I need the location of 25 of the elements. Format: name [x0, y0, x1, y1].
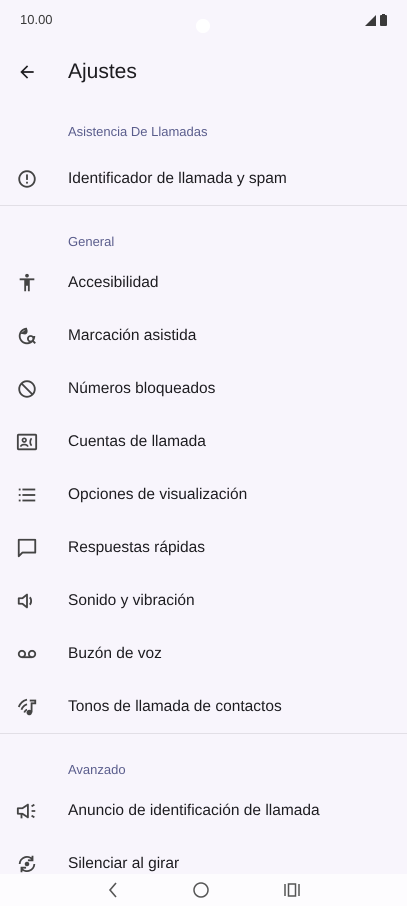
block-icon — [16, 378, 38, 400]
settings-item[interactable]: Accesibilidad — [68, 274, 158, 292]
settings-item[interactable]: Marcación asistida — [68, 326, 196, 344]
battery-icon — [380, 14, 387, 26]
home-nav-icon[interactable] — [192, 882, 208, 898]
section-header: Asistencia De Llamadas — [68, 124, 208, 139]
section-header: General — [68, 234, 114, 249]
alert-icon — [16, 168, 38, 190]
settings-item[interactable]: Cuentas de llamada — [68, 432, 206, 450]
chat-bubble-icon — [16, 536, 38, 558]
settings-item[interactable]: Buzón de voz — [68, 644, 162, 662]
settings-item[interactable]: Identificador de llamada y spam — [68, 170, 287, 188]
settings-item[interactable]: Sonido y vibración — [68, 592, 195, 610]
screen-title: Ajustes — [68, 59, 137, 86]
signal-icon — [365, 14, 376, 26]
status-time: 10.00 — [20, 11, 53, 30]
settings-item[interactable]: Respuestas rápidas — [68, 538, 205, 556]
settings-item[interactable]: Tonos de llamada de contactos — [68, 698, 282, 716]
settings-item[interactable]: Opciones de visualización — [68, 486, 248, 504]
recents-nav-icon[interactable] — [284, 883, 300, 897]
settings-item[interactable]: Silenciar al girar — [68, 854, 180, 872]
settings-item[interactable]: Números bloqueados — [68, 380, 216, 398]
back-nav-icon[interactable] — [108, 882, 118, 898]
section-header: Avanzado — [68, 762, 126, 777]
settings-item[interactable]: Anuncio de identificación de llamada — [68, 802, 320, 820]
